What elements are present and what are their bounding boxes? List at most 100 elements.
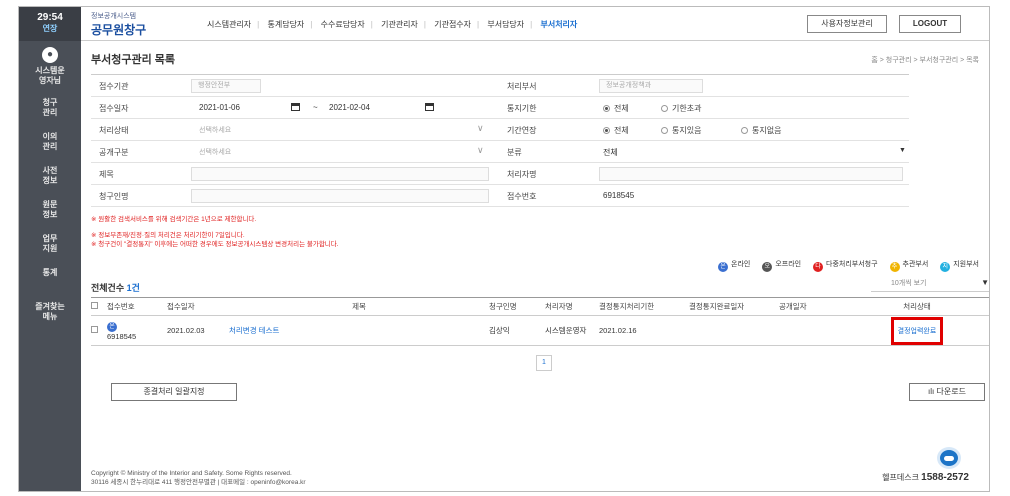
sidebar-label: 사전	[42, 166, 58, 175]
extend-all-radio[interactable]: 전체	[603, 125, 629, 136]
chatbot-icon[interactable]	[937, 447, 961, 469]
sidebar-item-prior-info[interactable]: 사전 정보	[19, 159, 81, 193]
col-header[interactable]: 처리자명	[545, 297, 599, 316]
table-row[interactable]: 온 6918545 2021.02.03 처리변경 테스트 김상익 시스템운영자 …	[91, 315, 989, 346]
nav-separator: |	[477, 20, 480, 29]
open-date-cell	[779, 315, 843, 346]
sidebar-item-work-support[interactable]: 업무 지원	[19, 227, 81, 261]
logout-button[interactable]: LOGOUT	[899, 15, 961, 33]
radio-label: 통지없음	[752, 126, 782, 135]
extend-no-radio[interactable]: 통지없음	[741, 125, 781, 136]
radio-dot	[661, 127, 668, 134]
nav-separator: |	[310, 20, 313, 29]
online-icon: 온	[107, 321, 117, 332]
col-header[interactable]: 제목	[229, 297, 489, 316]
footer: Copyright © Ministry of the Interior and…	[91, 469, 306, 487]
nav-org-admin[interactable]: 기관관리자	[381, 20, 418, 29]
date-to-field[interactable]: 2021-02-04	[329, 103, 370, 112]
subject-input[interactable]	[191, 167, 489, 181]
lead-dept-icon: 추	[889, 262, 900, 272]
sidebar-item-objection[interactable]: 이의 관리	[19, 125, 81, 159]
deadline-cell: 2021.02.16	[599, 315, 689, 346]
legend-label: 온라인	[731, 261, 751, 268]
form-row: 접수일자 2021-01-06 ~ 2021-02-04 통지기한 전체 기한초…	[91, 97, 909, 119]
requester-input[interactable]	[191, 189, 489, 203]
nav-fee[interactable]: 수수료담당자	[321, 20, 365, 29]
nav-org-receiver[interactable]: 기관접수자	[434, 20, 471, 29]
legend-label: 오프라인	[775, 261, 802, 268]
class-label: 분류	[507, 148, 522, 157]
class-select[interactable]: 전체	[603, 147, 618, 158]
extend-session-button[interactable]: 연장	[19, 23, 81, 34]
row-checkbox[interactable]	[91, 326, 98, 333]
recv-no-input[interactable]: 6918545	[603, 191, 634, 200]
app-window: 29:54 연장 ● 시스템운 영자님 청구 관리 이의 관리 사전 정보 원문 정보 …	[18, 6, 990, 492]
bulk-close-button[interactable]: 종결처리 일괄지정	[111, 383, 237, 401]
sidebar-item-request[interactable]: 청구 관리	[19, 91, 81, 125]
sidebar-label: 정보	[42, 210, 58, 219]
radio-label: 전체	[614, 104, 629, 113]
public-select[interactable]: 선택하세요	[199, 147, 231, 157]
col-header[interactable]: 공개일자	[779, 297, 843, 316]
extend-label: 기간연장	[507, 126, 537, 135]
subject-link[interactable]: 처리변경 테스트	[229, 326, 279, 335]
col-header[interactable]: 청구인명	[489, 297, 545, 316]
date-tilde: ~	[313, 103, 318, 112]
col-header[interactable]: 접수번호	[107, 297, 167, 316]
warning-text: ※ 원활한 검색서비스를 위해 검색기간은 1년으로 제한합니다.	[91, 216, 257, 223]
chevron-down-icon: ∨	[477, 145, 484, 155]
status-link[interactable]: 결정업력완료	[890, 316, 944, 345]
sidebar-item-statistics[interactable]: 통계	[19, 261, 81, 295]
nav-separator: |	[370, 20, 373, 29]
legend-label: 지원부서	[953, 261, 979, 268]
nav-stats[interactable]: 통계담당자	[267, 20, 304, 29]
sidebar-label: 업무	[42, 234, 58, 243]
notice-over-radio[interactable]: 기한초과	[661, 103, 701, 114]
nav-separator: |	[423, 20, 426, 29]
calendar-icon[interactable]	[425, 103, 434, 111]
col-header[interactable]: 처리상태	[843, 297, 989, 316]
multi-dept-icon: 다	[813, 262, 824, 272]
form-row: 공개구분 선택하세요 ∨ 분류 전체 ▼	[91, 141, 909, 163]
done-date-cell	[689, 315, 779, 346]
requester-label: 청구인명	[99, 192, 129, 201]
legend-item: 온 온라인	[718, 261, 751, 272]
notice-label: 통지기한	[507, 104, 537, 113]
notice-all-radio[interactable]: 전체	[603, 103, 629, 114]
admin-profile[interactable]: ● 시스템운 영자님	[19, 41, 81, 91]
sidebar-item-original-info[interactable]: 원문 정보	[19, 193, 81, 227]
col-header[interactable]: 결정통지처리기한	[599, 297, 689, 316]
extend-yes-radio[interactable]: 통지있음	[661, 125, 701, 136]
proc-dept-field: 정보공개정책과	[599, 79, 703, 93]
nav-system-admin[interactable]: 시스템관리자	[207, 20, 251, 29]
processor-input[interactable]	[599, 167, 903, 181]
page-number[interactable]: 1	[536, 355, 552, 371]
select-all-checkbox[interactable]	[91, 302, 98, 309]
legend-item: 다 다중처리부서청구	[813, 261, 878, 272]
col-header[interactable]: 접수일자	[167, 297, 229, 316]
sidebar-label: 관리	[42, 142, 58, 151]
sidebar-label: 지원	[42, 244, 58, 253]
status-select[interactable]: 선택하세요	[199, 125, 231, 135]
recv-no: 6918545	[107, 331, 137, 341]
date-from-field[interactable]: 2021-01-06	[199, 103, 240, 112]
public-label: 공개구분	[99, 148, 129, 157]
nav-dept-processor[interactable]: 부서처리자	[540, 20, 577, 29]
nav-dept-manager[interactable]: 부서담당자	[487, 20, 524, 29]
breadcrumb: 홈 > 청구관리 > 부서청구관리 > 목록	[871, 57, 979, 64]
form-row: 처리상태 선택하세요 ∨ 기간연장 전체 통지있음 통지없음	[91, 119, 909, 141]
logo[interactable]: 정보공개시스템 공무원창구	[91, 11, 146, 38]
user-info-button[interactable]: 사용자정보관리	[807, 15, 887, 33]
processor-label: 처리자명	[507, 170, 537, 179]
calendar-icon[interactable]	[291, 103, 300, 111]
per-page-select[interactable]: 10개씩 보기 ▼	[871, 278, 989, 292]
page-title: 부서청구관리 목록	[91, 54, 176, 66]
sidebar-item-favorites[interactable]: 즐겨찾는 메뉴	[19, 295, 81, 329]
logo-title: 공무원창구	[91, 23, 147, 37]
col-header[interactable]: 결정통지완료일자	[689, 297, 779, 316]
user-icon: ●	[42, 47, 58, 63]
session-timer[interactable]: 29:54 연장	[19, 7, 81, 41]
form-row: 청구인명 접수번호 6918545	[91, 185, 909, 207]
download-button[interactable]: ılı 다운로드	[909, 383, 985, 401]
radio-dot	[661, 105, 668, 112]
